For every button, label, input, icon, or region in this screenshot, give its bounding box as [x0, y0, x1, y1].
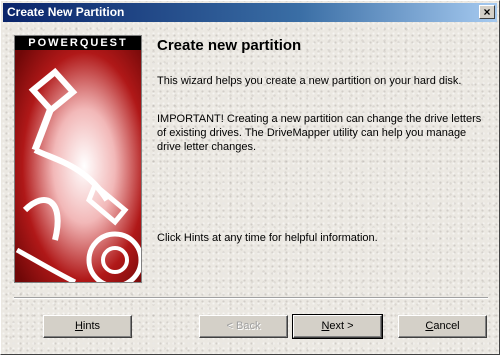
- wizard-window: Create New Partition × POWERQUEST Create…: [0, 0, 500, 355]
- next-label: ext >: [329, 320, 354, 332]
- important-notice: IMPORTANT! Creating a new partition can …: [157, 113, 482, 153]
- close-button[interactable]: ×: [479, 5, 495, 19]
- title-bar: Create New Partition ×: [3, 3, 497, 22]
- close-icon: ×: [483, 5, 491, 19]
- wizard-banner-image: POWERQUEST: [14, 35, 142, 283]
- page-title: Create new partition: [157, 37, 302, 54]
- brand-logo: POWERQUEST: [15, 36, 141, 50]
- hints-help-text: Click Hints at any time for helpful info…: [157, 232, 378, 244]
- cancel-button[interactable]: Cancel: [398, 315, 487, 338]
- cancel-label: ancel: [433, 320, 460, 332]
- hints-mnemonic: H: [74, 320, 83, 332]
- hints-label: ints: [82, 320, 101, 332]
- back-button[interactable]: < Back: [199, 315, 288, 338]
- next-button[interactable]: Next >: [292, 314, 383, 339]
- intro-text: This wizard helps you create a new parti…: [157, 75, 462, 87]
- hints-button[interactable]: Hints: [43, 315, 132, 338]
- banner-artwork: [15, 50, 141, 282]
- window-title: Create New Partition: [7, 5, 125, 19]
- back-label: < Back: [226, 320, 261, 332]
- button-separator: [14, 297, 488, 299]
